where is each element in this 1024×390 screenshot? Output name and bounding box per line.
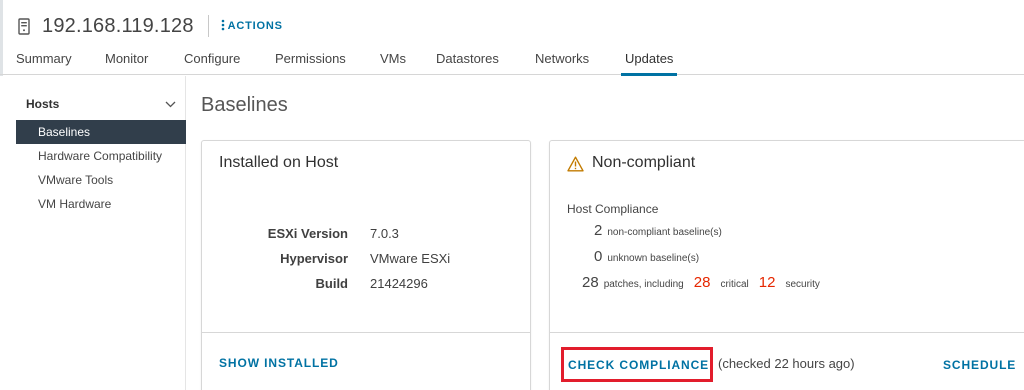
installed-on-host-card: Installed on Host ESXi Version 7.0.3 Hyp… bbox=[201, 140, 531, 390]
actions-menu-button[interactable]: ACTIONS bbox=[221, 18, 283, 34]
hypervisor-value: VMware ESXi bbox=[370, 251, 451, 266]
noncompliant-count: 2 bbox=[594, 222, 603, 239]
patches-count: 28 bbox=[582, 274, 599, 291]
esxi-version-row: ESXi Version 7.0.3 bbox=[202, 226, 532, 242]
installed-card-title: Installed on Host bbox=[219, 154, 339, 171]
sidebar-group-label: Hosts bbox=[26, 97, 60, 111]
check-compliance-button[interactable]: CHECK COMPLIANCE bbox=[568, 358, 709, 372]
chevron-down-icon bbox=[165, 95, 176, 113]
security-text: security bbox=[785, 279, 820, 290]
unknown-text: unknown baseline(s) bbox=[607, 253, 700, 264]
sidebar-item-hardware-compatibility[interactable]: Hardware Compatibility bbox=[16, 144, 186, 168]
noncompliant-text: non-compliant baseline(s) bbox=[607, 227, 722, 238]
compliance-status-title: Non-compliant bbox=[592, 154, 696, 171]
patches-text: patches, including bbox=[603, 279, 684, 290]
tab-vms[interactable]: VMs bbox=[380, 51, 406, 75]
tab-networks[interactable]: Networks bbox=[535, 51, 589, 75]
sidebar-item-baselines[interactable]: Baselines bbox=[16, 120, 186, 144]
tab-monitor[interactable]: Monitor bbox=[105, 51, 148, 75]
page-title: Baselines bbox=[201, 94, 288, 116]
card-divider bbox=[202, 332, 530, 333]
build-row: Build 21424296 bbox=[202, 276, 532, 292]
noncompliant-stat: 2 non-compliant baseline(s) bbox=[594, 222, 722, 239]
actions-label: ACTIONS bbox=[227, 20, 283, 32]
sidebar-group-hosts[interactable]: Hosts bbox=[26, 95, 176, 113]
unknown-count: 0 bbox=[594, 248, 603, 265]
tab-permissions[interactable]: Permissions bbox=[275, 51, 346, 75]
build-value: 21424296 bbox=[370, 276, 428, 291]
schedule-button[interactable]: SCHEDULE bbox=[943, 358, 1016, 372]
security-count: 12 bbox=[758, 274, 776, 291]
esxi-version-value: 7.0.3 bbox=[370, 226, 399, 241]
host-compliance-label: Host Compliance bbox=[567, 202, 659, 216]
vertical-dots-icon bbox=[221, 18, 225, 34]
header-divider bbox=[207, 15, 209, 37]
sidebar: Hosts Baselines Hardware Compatibility V… bbox=[0, 76, 186, 390]
host-title: 192.168.119.128 bbox=[42, 14, 194, 37]
hypervisor-row: Hypervisor VMware ESXi bbox=[202, 251, 532, 267]
build-label: Build bbox=[315, 276, 349, 291]
tab-updates[interactable]: Updates bbox=[620, 51, 678, 76]
last-checked-text: (checked 22 hours ago) bbox=[718, 356, 855, 371]
tab-configure[interactable]: Configure bbox=[184, 51, 240, 75]
unknown-stat: 0 unknown baseline(s) bbox=[594, 248, 699, 265]
host-header: 192.168.119.128 ACTIONS bbox=[16, 12, 283, 40]
hypervisor-label: Hypervisor bbox=[280, 251, 348, 266]
tab-datastores[interactable]: Datastores bbox=[436, 51, 499, 75]
show-installed-button[interactable]: SHOW INSTALLED bbox=[219, 356, 339, 370]
tab-bar: Summary Monitor Configure Permissions VM… bbox=[0, 51, 1024, 76]
tab-summary[interactable]: Summary bbox=[16, 51, 72, 75]
patches-stat: 28 patches, including 28 critical 12 sec… bbox=[582, 274, 820, 291]
card-divider bbox=[550, 332, 1024, 333]
sidebar-item-vm-hardware[interactable]: VM Hardware bbox=[16, 192, 186, 216]
compliance-card: Non-compliant Host Compliance 2 non-comp… bbox=[549, 140, 1024, 390]
esxi-version-label: ESXi Version bbox=[267, 226, 348, 241]
warning-icon bbox=[567, 156, 584, 172]
server-icon bbox=[16, 15, 32, 37]
critical-count: 28 bbox=[693, 274, 711, 291]
sidebar-item-vmware-tools[interactable]: VMware Tools bbox=[16, 168, 186, 192]
critical-text: critical bbox=[720, 279, 749, 290]
